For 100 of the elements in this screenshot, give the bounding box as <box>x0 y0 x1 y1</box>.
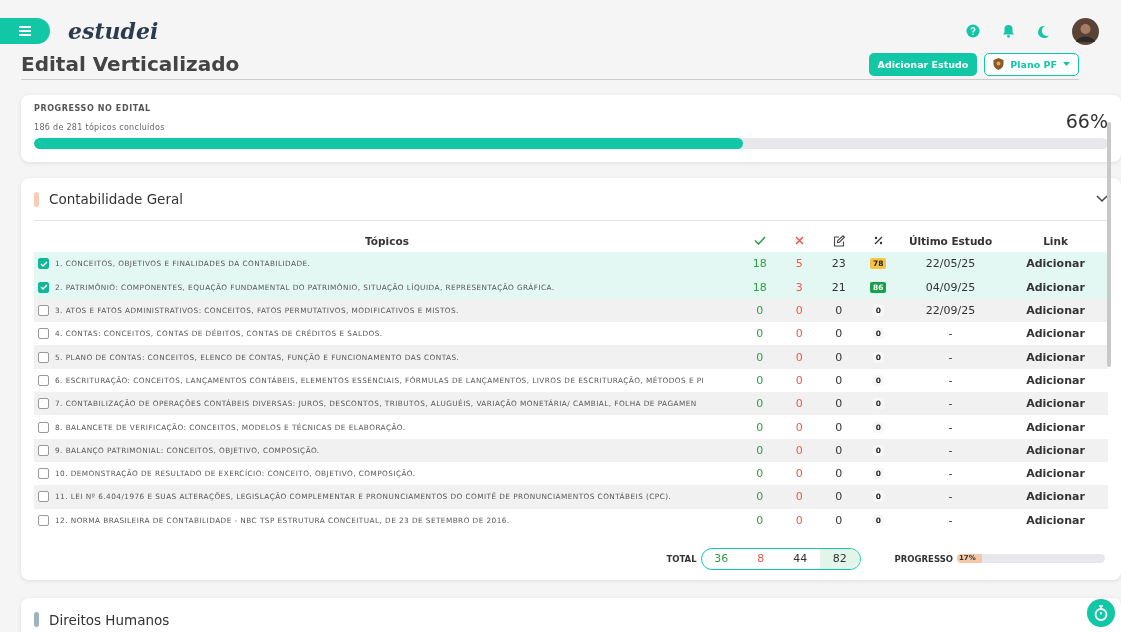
menu-icon <box>19 26 31 36</box>
correct-count: 0 <box>755 490 765 504</box>
progress-percent: 66% <box>1065 110 1108 132</box>
question-count: 0 <box>834 467 844 481</box>
wrong-count: 0 <box>794 373 804 387</box>
progress-label: PROGRESSO <box>894 553 953 564</box>
last-study-date: - <box>947 373 954 387</box>
progress-subtitle: 186 de 281 tópicos concluídos <box>34 123 165 132</box>
question-count: 0 <box>834 443 844 457</box>
last-study-date: 22/09/25 <box>924 304 977 318</box>
subject-title: Contabilidade Geral <box>49 191 183 207</box>
add-link[interactable]: Adicionar <box>1026 443 1085 457</box>
question-count: 21 <box>830 280 847 294</box>
question-count: 0 <box>834 490 844 504</box>
last-study-date: - <box>947 327 954 341</box>
add-link[interactable]: Adicionar <box>1026 257 1085 271</box>
correct-count: 0 <box>755 373 765 387</box>
checkbox[interactable] <box>38 444 49 456</box>
wrong-count: 0 <box>794 304 804 318</box>
cross-icon <box>794 236 804 246</box>
help-icon[interactable] <box>966 24 980 38</box>
add-link[interactable]: Adicionar <box>1026 467 1085 481</box>
correct-count: 0 <box>755 467 765 481</box>
checkbox[interactable] <box>38 258 49 270</box>
wrong-count: 3 <box>794 280 804 294</box>
last-study-date: - <box>947 513 954 527</box>
last-study-date: - <box>947 443 954 457</box>
page-title: Edital Verticalizado <box>21 52 240 76</box>
add-link[interactable]: Adicionar <box>1026 373 1085 387</box>
checkbox[interactable] <box>38 514 49 526</box>
wrong-count: 5 <box>794 257 804 271</box>
question-count: 0 <box>834 397 844 411</box>
total-label: TOTAL <box>666 553 697 564</box>
subject-title: Direitos Humanos <box>49 611 170 628</box>
menu-button[interactable] <box>0 18 50 44</box>
question-count: 0 <box>834 350 844 364</box>
chevron-icon[interactable] <box>1096 195 1108 203</box>
add-link[interactable]: Adicionar <box>1026 490 1085 504</box>
correct-count: 0 <box>755 420 765 434</box>
checkbox[interactable] <box>38 398 49 410</box>
last-study-date: 22/05/25 <box>924 257 977 271</box>
badge-icon <box>993 58 1005 70</box>
progress-label: PROGRESSO NO EDITAL <box>34 104 152 113</box>
checkbox[interactable] <box>38 421 49 433</box>
last-study-date: - <box>947 467 954 481</box>
wrong-count: 0 <box>794 420 804 434</box>
add-link[interactable]: Adicionar <box>1026 280 1085 294</box>
add-link[interactable]: Adicionar <box>1026 513 1085 527</box>
last-study-date: - <box>947 420 954 434</box>
correct-count: 0 <box>755 350 765 364</box>
add-link[interactable]: Adicionar <box>1026 304 1085 318</box>
wrong-count: 0 <box>794 490 804 504</box>
wrong-count: 0 <box>794 467 804 481</box>
correct-count: 18 <box>751 257 768 271</box>
last-study-date: - <box>947 490 954 504</box>
logo[interactable]: estudei <box>68 18 159 44</box>
question-count: 0 <box>834 304 844 318</box>
question-count: 0 <box>834 373 844 387</box>
correct-count: 0 <box>755 443 765 457</box>
checkbox[interactable] <box>38 328 49 340</box>
question-count: 0 <box>834 327 844 341</box>
total-percent: 82 <box>820 548 860 569</box>
question-count: 0 <box>834 513 844 527</box>
total-questions: 44 <box>792 550 809 567</box>
checkbox[interactable] <box>38 468 49 480</box>
wrong-count: 0 <box>794 350 804 364</box>
checkbox[interactable] <box>38 281 49 293</box>
question-count: 0 <box>834 420 844 434</box>
last-study-date: 04/09/25 <box>924 280 977 294</box>
checkbox[interactable] <box>38 374 49 386</box>
correct-count: 0 <box>755 513 765 527</box>
checkbox[interactable] <box>38 305 49 317</box>
bell-icon[interactable] <box>1002 24 1015 38</box>
question-count: 23 <box>830 257 847 271</box>
add-link[interactable]: Adicionar <box>1026 397 1085 411</box>
column-header: Link <box>1043 234 1068 247</box>
correct-count: 0 <box>755 397 765 411</box>
add-link[interactable]: Adicionar <box>1026 420 1085 434</box>
avatar[interactable] <box>1072 17 1099 45</box>
last-study-date: - <box>947 350 954 364</box>
scrollbar[interactable] <box>1107 122 1111 367</box>
correct-count: 0 <box>755 304 765 318</box>
wrong-count: 0 <box>794 443 804 457</box>
moon-icon[interactable] <box>1037 24 1050 38</box>
correct-count: 0 <box>755 327 765 341</box>
add-link[interactable]: Adicionar <box>1026 350 1085 364</box>
total-wrong: 8 <box>756 550 766 567</box>
last-study-date: - <box>947 397 954 411</box>
checkbox[interactable] <box>38 491 49 503</box>
column-header: Tópicos <box>365 234 409 247</box>
percent-icon <box>873 236 883 246</box>
wrong-count: 0 <box>794 397 804 411</box>
wrong-count: 0 <box>794 513 804 527</box>
wrong-count: 0 <box>794 327 804 341</box>
check-icon <box>753 236 766 246</box>
stopwatch-icon <box>1094 605 1108 621</box>
correct-count: 18 <box>751 280 768 294</box>
total-correct: 36 <box>713 550 730 567</box>
add-link[interactable]: Adicionar <box>1026 327 1085 341</box>
checkbox[interactable] <box>38 351 49 363</box>
